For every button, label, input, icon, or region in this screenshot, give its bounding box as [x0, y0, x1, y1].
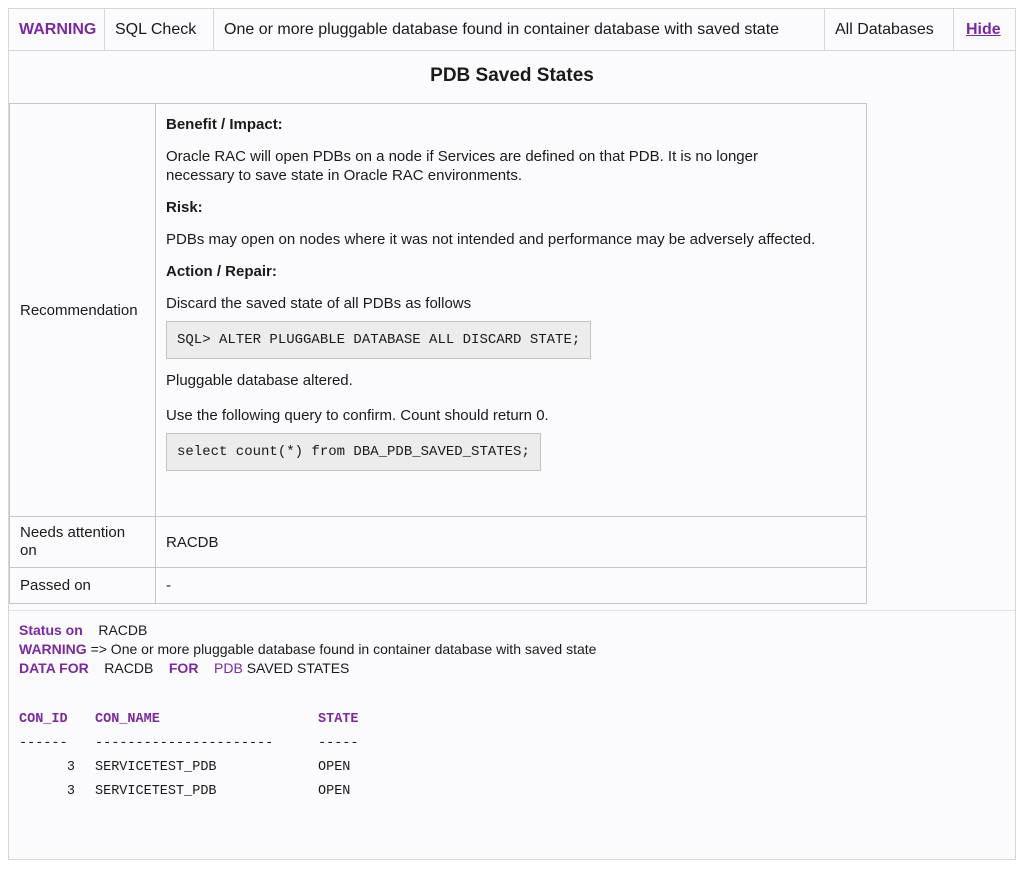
cell-con-id: 3 — [66, 783, 75, 799]
check-title: PDB Saved States — [430, 65, 594, 86]
recommendation-label: Recommendation — [10, 104, 156, 516]
risk-heading: Risk: — [166, 199, 203, 216]
status-line: Status on RACDB — [19, 621, 596, 640]
separator-con-id: ------ — [19, 735, 68, 751]
table-row: 3 SERVICETEST_PDB OPEN — [19, 779, 359, 803]
table-row: 3 SERVICETEST_PDB OPEN — [19, 755, 359, 779]
recommendation-content: Benefit / Impact: Oracle RAC will open P… — [156, 104, 866, 516]
separator-con-name: ---------------------- — [95, 735, 274, 751]
cell-con-name: SERVICETEST_PDB — [95, 783, 217, 799]
warning-text: => One or more pluggable database found … — [90, 641, 597, 657]
col-con-id: CON_ID — [19, 711, 68, 727]
section-divider — [9, 610, 1015, 611]
pdb-label: PDB — [214, 660, 243, 676]
passed-on-row: Passed on - — [10, 568, 866, 603]
confirm-query-code: select count(*) from DBA_PDB_SAVED_STATE… — [166, 433, 541, 471]
query-results: CON_ID CON_NAME STATE ------ -----------… — [19, 707, 359, 803]
check-type: SQL Check — [105, 9, 214, 50]
cell-con-id: 3 — [66, 759, 75, 775]
status-label: Status on — [19, 622, 83, 638]
benefit-heading: Benefit / Impact: — [166, 116, 283, 133]
check-scope: All Databases — [825, 9, 954, 50]
check-message: One or more pluggable database found in … — [214, 9, 825, 50]
results-separator-row: ------ ---------------------- ----- — [19, 731, 359, 755]
action-result: Pluggable database altered. — [166, 372, 353, 389]
passed-on-value: - — [166, 577, 171, 594]
status-block: Status on RACDB WARNING => One or more p… — [19, 621, 596, 678]
confirm-text: Use the following query to confirm. Coun… — [166, 407, 549, 424]
col-state: STATE — [318, 711, 359, 727]
data-for-db: RACDB — [104, 660, 154, 676]
benefit-text: Oracle RAC will open PDBs on a node if S… — [166, 148, 758, 184]
action-heading: Action / Repair: — [166, 263, 277, 280]
cell-state: OPEN — [318, 759, 351, 775]
cell-state: OPEN — [318, 783, 351, 799]
hide-cell: Hide — [954, 9, 1015, 50]
hide-link[interactable]: Hide — [966, 21, 1001, 39]
details-table: Recommendation Benefit / Impact: Oracle … — [9, 103, 867, 604]
status-value: RACDB — [98, 622, 148, 638]
cell-con-name: SERVICETEST_PDB — [95, 759, 217, 775]
separator-state: ----- — [318, 735, 359, 751]
discard-state-code: SQL> ALTER PLUGGABLE DATABASE ALL DISCAR… — [166, 321, 592, 359]
action-text: Discard the saved state of all PDBs as f… — [166, 295, 472, 312]
severity-label: WARNING — [9, 9, 105, 50]
col-con-name: CON_NAME — [95, 711, 160, 727]
recommendation-row: Recommendation Benefit / Impact: Oracle … — [10, 104, 866, 517]
risk-text: PDBs may open on nodes where it was not … — [166, 231, 816, 248]
results-header-row: CON_ID CON_NAME STATE — [19, 707, 359, 731]
needs-attention-value: RACDB — [166, 533, 219, 551]
passed-on-label: Passed on — [10, 568, 156, 603]
data-for-line: DATA FOR RACDB FOR PDB SAVED STATES — [19, 659, 596, 678]
data-for-label: DATA FOR — [19, 660, 89, 676]
check-header-row: WARNING SQL Check One or more pluggable … — [9, 9, 1015, 51]
saved-states-label: SAVED STATES — [246, 660, 350, 676]
needs-attention-label: Needs attention on — [10, 517, 156, 567]
for-label: FOR — [168, 660, 199, 676]
needs-attention-row: Needs attention on RACDB — [10, 517, 866, 568]
report-panel: WARNING SQL Check One or more pluggable … — [8, 8, 1016, 860]
warning-label: WARNING — [19, 641, 87, 657]
warning-line: WARNING => One or more pluggable databas… — [19, 640, 596, 659]
